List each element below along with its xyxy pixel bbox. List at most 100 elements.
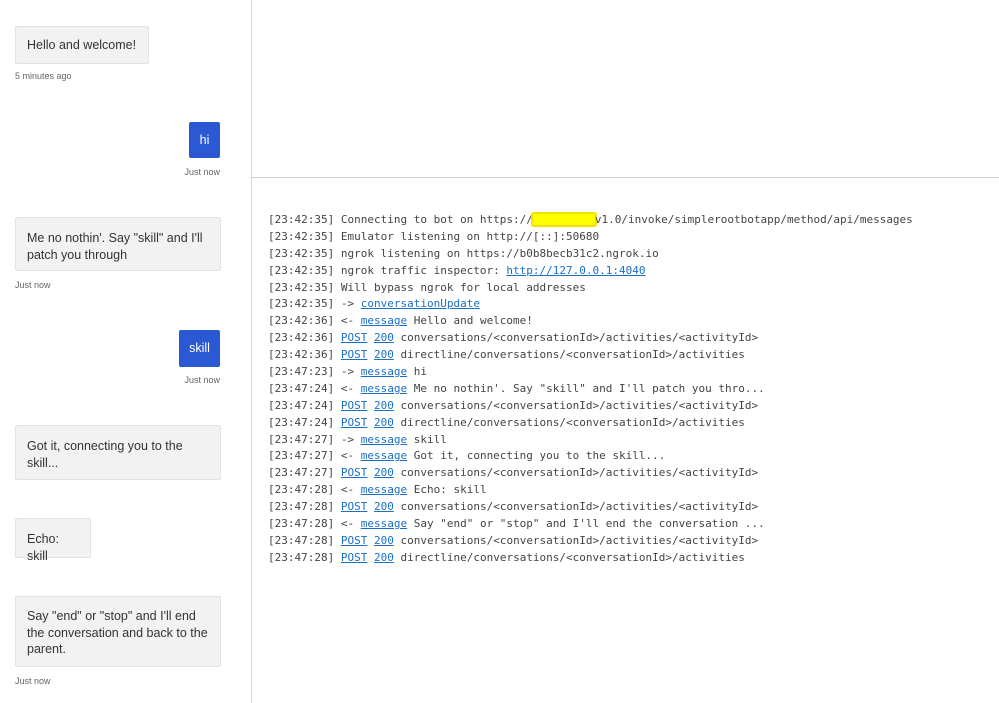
inspector-panel <box>252 0 999 178</box>
log-text: -> <box>334 432 361 446</box>
log-timestamp: [23:47:28] <box>268 550 335 564</box>
log-text: Emulator listening on http://[::]:50680 <box>334 229 600 243</box>
log-lines: [23:42:35] Connecting to bot on https://… <box>268 212 913 567</box>
log-text: <- <box>334 381 361 395</box>
log-line: [23:47:24] <- message Me no nothin'. Say… <box>268 381 913 398</box>
user-message-bubble[interactable]: hi <box>189 122 220 158</box>
log-line: [23:47:28] <- message Echo: skill <box>268 482 913 499</box>
log-path: conversations/<conversationId>/activitie… <box>400 398 759 412</box>
message-text: hi <box>199 132 210 147</box>
log-path: directline/conversations/<conversationId… <box>400 348 745 362</box>
log-line: [23:42:36] <- message Hello and welcome! <box>268 313 913 330</box>
message-timestamp: Just now <box>15 280 51 290</box>
http-method-link[interactable]: POST <box>341 466 368 479</box>
log-text: Say "end" or "stop" and I'll end the con… <box>407 517 765 531</box>
log-link[interactable]: message <box>361 433 407 446</box>
http-method-link[interactable]: POST <box>341 399 368 412</box>
log-timestamp: [23:47:23] <box>268 365 335 379</box>
log-timestamp: [23:47:27] <box>268 466 335 480</box>
http-status-link[interactable]: 200 <box>374 331 394 344</box>
http-status-link[interactable]: 200 <box>374 466 394 479</box>
log-path: conversations/<conversationId>/activitie… <box>400 500 759 514</box>
log-line: [23:47:24] POST 200 conversations/<conve… <box>268 398 913 415</box>
log-text: ngrok listening on https://b0b8becb31c2.… <box>334 246 659 260</box>
log-link[interactable]: message <box>361 314 407 327</box>
log-text: <- <box>334 517 361 531</box>
log-line: [23:47:28] POST 200 conversations/<conve… <box>268 533 913 550</box>
log-text: Me no nothin'. Say "skill" and I'll patc… <box>407 381 765 395</box>
log-link[interactable]: message <box>361 365 407 378</box>
message-text: Hello and welcome! <box>27 38 137 52</box>
log-path: directline/conversations/<conversationId… <box>400 550 745 564</box>
http-method-link[interactable]: POST <box>341 416 368 429</box>
message-text: Echo: skill <box>27 532 59 563</box>
bot-message-bubble[interactable]: Hello and welcome! <box>15 26 149 64</box>
log-timestamp: [23:47:27] <box>268 432 335 446</box>
bot-message-bubble[interactable]: Got it, connecting you to the skill... <box>15 425 221 480</box>
bot-message-bubble[interactable]: Echo: skill <box>15 518 91 563</box>
log-timestamp: [23:42:36] <box>268 348 335 362</box>
log-line: [23:42:36] POST 200 conversations/<conve… <box>268 330 913 347</box>
message-timestamp: Just now <box>184 167 220 177</box>
log-line: [23:42:35] Connecting to bot on https://… <box>268 212 913 229</box>
log-text: Got it, connecting you to the skill... <box>407 449 666 463</box>
log-line: [23:47:27] -> message skill <box>268 432 913 449</box>
log-text: skill <box>407 432 447 446</box>
message-timestamp: Just now <box>15 676 51 686</box>
http-method-link[interactable]: POST <box>341 500 368 513</box>
log-timestamp: [23:47:28] <box>268 517 335 531</box>
log-link[interactable]: conversationUpdate <box>361 297 480 310</box>
http-status-link[interactable]: 200 <box>374 500 394 513</box>
http-status-link[interactable]: 200 <box>374 348 394 361</box>
log-timestamp: [23:42:35] <box>268 280 335 294</box>
http-method-link[interactable]: POST <box>341 551 368 564</box>
log-timestamp: [23:42:35] <box>268 229 335 243</box>
log-link[interactable]: message <box>361 517 407 530</box>
log-path: conversations/<conversationId>/activitie… <box>400 466 759 480</box>
http-status-link[interactable]: 200 <box>374 416 394 429</box>
http-status-link[interactable]: 200 <box>374 534 394 547</box>
message-timestamp: Just now <box>184 375 220 385</box>
log-panel: [23:42:35] Connecting to bot on https://… <box>252 178 999 703</box>
log-text: <- <box>334 314 361 328</box>
http-status-link[interactable]: 200 <box>374 551 394 564</box>
log-text: Echo: skill <box>407 483 487 497</box>
log-path: conversations/<conversationId>/activitie… <box>400 533 759 547</box>
log-timestamp: [23:42:35] <box>268 246 335 260</box>
log-text: v1.0/invoke/simplerootbotapp/method/api/… <box>594 213 913 226</box>
bot-message-bubble[interactable]: Say "end" or "stop" and I'll end the con… <box>15 596 221 667</box>
log-line: [23:47:23] -> message hi <box>268 364 913 381</box>
log-timestamp: [23:42:35] <box>268 213 335 226</box>
log-timestamp: [23:42:36] <box>268 331 335 345</box>
log-timestamp: [23:42:36] <box>268 314 335 328</box>
log-text: <- <box>334 483 361 497</box>
log-path: directline/conversations/<conversationId… <box>400 415 745 429</box>
log-timestamp: [23:42:35] <box>268 297 335 311</box>
redaction-highlight <box>530 212 597 227</box>
bot-message-bubble[interactable]: Me no nothin'. Say "skill" and I'll patc… <box>15 217 221 271</box>
log-link[interactable]: http://127.0.0.1:4040 <box>506 264 645 277</box>
user-message-bubble[interactable]: skill <box>179 330 220 367</box>
log-line: [23:47:27] <- message Got it, connecting… <box>268 448 913 465</box>
http-status-link[interactable]: 200 <box>374 399 394 412</box>
log-line: [23:42:36] POST 200 directline/conversat… <box>268 347 913 364</box>
log-link[interactable]: message <box>361 382 407 395</box>
log-timestamp: [23:47:24] <box>268 415 335 429</box>
log-line: [23:47:28] <- message Say "end" or "stop… <box>268 516 913 533</box>
log-timestamp: [23:47:24] <box>268 398 335 412</box>
message-timestamp: 5 minutes ago <box>15 71 72 81</box>
log-text: -> <box>334 297 361 311</box>
log-line: [23:42:35] ngrok listening on https://b0… <box>268 246 913 263</box>
http-method-link[interactable]: POST <box>341 331 368 344</box>
log-path: conversations/<conversationId>/activitie… <box>400 331 759 345</box>
log-link[interactable]: message <box>361 449 407 462</box>
log-link[interactable]: message <box>361 483 407 496</box>
log-timestamp: [23:47:27] <box>268 449 335 463</box>
log-text: -> <box>334 365 361 379</box>
log-timestamp: [23:42:35] <box>268 263 335 277</box>
http-method-link[interactable]: POST <box>341 534 368 547</box>
http-method-link[interactable]: POST <box>341 348 368 361</box>
log-line: [23:42:35] Emulator listening on http://… <box>268 229 913 246</box>
log-timestamp: [23:47:28] <box>268 533 335 547</box>
log-text: ngrok traffic inspector: <box>334 263 507 277</box>
